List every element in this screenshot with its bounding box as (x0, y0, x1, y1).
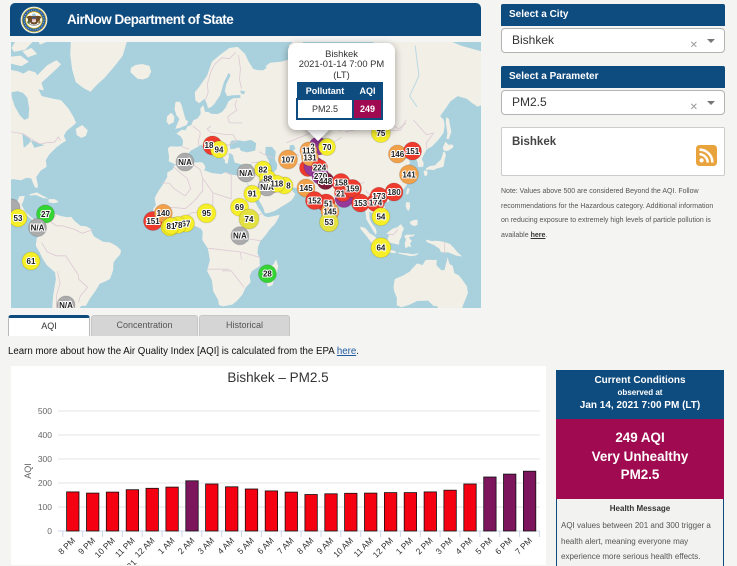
svg-text:7 PM: 7 PM (513, 535, 534, 556)
svg-text:8 AM: 8 AM (295, 535, 316, 556)
svg-text:0: 0 (47, 526, 52, 536)
svg-text:5 PM: 5 PM (473, 535, 494, 556)
svg-text:12 PM: 12 PM (371, 535, 395, 559)
svg-text:10 AM: 10 AM (331, 535, 355, 559)
svg-text:21: 21 (125, 557, 139, 565)
svg-text:100: 100 (38, 502, 52, 512)
svg-text:AQI: AQI (23, 463, 33, 479)
svg-text:4 PM: 4 PM (453, 535, 474, 556)
svg-text:3 AM: 3 AM (195, 535, 216, 556)
svg-text:1 AM: 1 AM (156, 535, 177, 556)
svg-text:7 AM: 7 AM (275, 535, 296, 556)
svg-text:200: 200 (38, 478, 52, 488)
svg-text:300: 300 (38, 454, 52, 464)
svg-text:6 AM: 6 AM (255, 535, 276, 556)
svg-text:6 PM: 6 PM (493, 535, 514, 556)
svg-text:500: 500 (38, 406, 52, 416)
svg-text:1 PM: 1 PM (394, 535, 415, 556)
svg-text:2 PM: 2 PM (414, 535, 435, 556)
svg-text:Bishkek – PM2.5: Bishkek – PM2.5 (227, 370, 328, 385)
svg-text:3 PM: 3 PM (433, 535, 454, 556)
svg-text:2 AM: 2 AM (176, 535, 197, 556)
svg-text:11 PM: 11 PM (113, 535, 137, 559)
svg-text:4 AM: 4 AM (215, 535, 236, 556)
svg-text:11 AM: 11 AM (351, 535, 375, 559)
svg-text:10 PM: 10 PM (92, 535, 116, 559)
svg-text:12 AM: 12 AM (132, 535, 156, 559)
svg-text:8 PM: 8 PM (56, 535, 77, 556)
svg-text:400: 400 (38, 430, 52, 440)
svg-text:5 AM: 5 AM (235, 535, 256, 556)
